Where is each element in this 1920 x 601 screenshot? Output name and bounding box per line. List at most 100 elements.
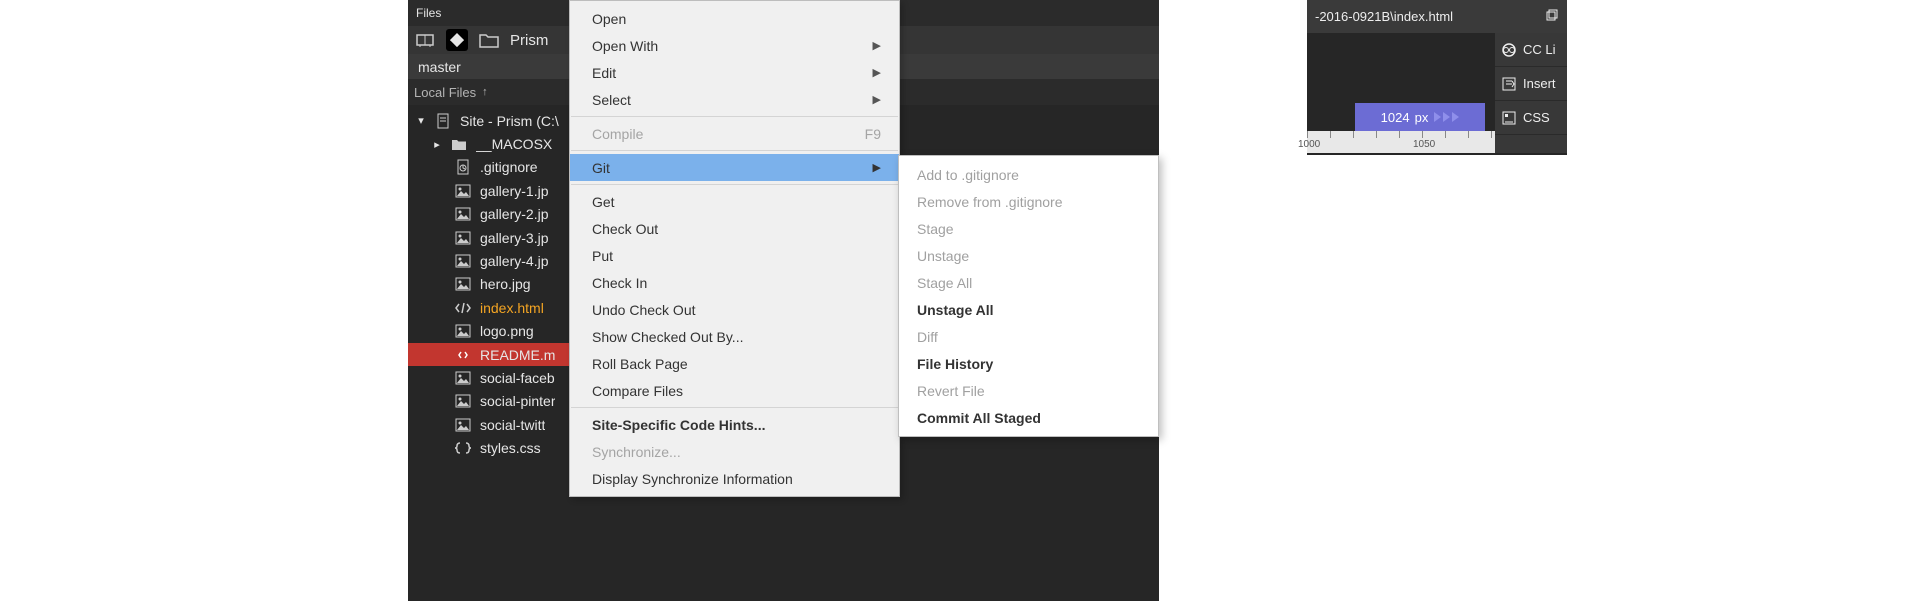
- submenu-item: Diff: [899, 323, 1158, 350]
- menu-item-label: Site-Specific Code Hints...: [592, 417, 765, 433]
- tree-item-label: social-faceb: [480, 370, 555, 386]
- files-panel-title[interactable]: Files: [416, 6, 441, 20]
- cc-icon: [1501, 42, 1517, 58]
- image-icon: [454, 252, 472, 270]
- chevron-down-icon: ▾: [416, 114, 426, 127]
- menu-item[interactable]: Get: [570, 188, 899, 215]
- sort-up-icon: ↑: [482, 86, 488, 98]
- css-icon: [1501, 110, 1517, 126]
- menu-item[interactable]: Select ▶: [570, 86, 899, 113]
- menu-item-label: Show Checked Out By...: [592, 329, 743, 345]
- menu-item[interactable]: Compare Files: [570, 377, 899, 404]
- cc-libraries-panel-btn[interactable]: CC Li: [1495, 33, 1567, 67]
- submenu-item-label: Remove from .gitignore: [917, 194, 1063, 210]
- menu-item[interactable]: Check In: [570, 269, 899, 296]
- chevron-right-icon: ▶: [873, 93, 881, 106]
- menu-separator: [571, 407, 898, 408]
- submenu-item-label: Add to .gitignore: [917, 167, 1019, 183]
- chevron-right-icon: ▶: [873, 66, 881, 79]
- image-icon: [454, 229, 472, 247]
- submenu-item-label: Revert File: [917, 383, 985, 399]
- menu-separator: [571, 150, 898, 151]
- panel-label: Insert: [1523, 76, 1556, 91]
- document-area: -2016-0921B\index.html 1024 px 1000 1050: [1307, 0, 1567, 155]
- viewport-width: 1024: [1381, 110, 1410, 125]
- site-name[interactable]: Prism: [510, 32, 548, 49]
- panel-label: CC Li: [1523, 42, 1556, 57]
- menu-item-label: Select: [592, 92, 631, 108]
- local-files-label: Local Files: [414, 85, 476, 100]
- tree-item-label: gallery-3.jp: [480, 230, 548, 246]
- menu-item[interactable]: Git ▶: [570, 154, 899, 181]
- html-icon: [454, 299, 472, 317]
- tree-item-label: __MACOSX: [476, 136, 552, 152]
- menu-item: CompileF9: [570, 120, 899, 147]
- resize-arrows-icon: [1433, 112, 1459, 122]
- chevron-right-icon: ▶: [873, 161, 881, 174]
- chevron-right-icon: ▶: [873, 39, 881, 52]
- submenu-item[interactable]: File History: [899, 350, 1158, 377]
- menu-item-label: Undo Check Out: [592, 302, 696, 318]
- css-icon: [454, 439, 472, 457]
- dup-icon[interactable]: [1545, 8, 1559, 25]
- tree-item-label: social-twitt: [480, 417, 545, 433]
- panel-label: CSS: [1523, 110, 1550, 125]
- menu-item[interactable]: Roll Back Page: [570, 350, 899, 377]
- submenu-item: Add to .gitignore: [899, 161, 1158, 188]
- submenu-item-label: Stage: [917, 221, 954, 237]
- submenu-item-label: Unstage: [917, 248, 969, 264]
- image-icon: [454, 369, 472, 387]
- git-submenu: Add to .gitignore Remove from .gitignore S…: [898, 155, 1159, 437]
- submenu-item[interactable]: Unstage All: [899, 296, 1158, 323]
- submenu-item: Stage: [899, 215, 1158, 242]
- menu-item[interactable]: Open With▶: [570, 32, 899, 59]
- site-icon: [434, 112, 452, 130]
- tree-item-label: gallery-2.jp: [480, 206, 548, 222]
- submenu-item[interactable]: Commit All Staged: [899, 404, 1158, 431]
- menu-item-label: Compare Files: [592, 383, 683, 399]
- menu-item[interactable]: Display Synchronize Information: [570, 465, 899, 492]
- image-icon: [454, 322, 472, 340]
- viewport-size-badge[interactable]: 1024 px: [1355, 103, 1485, 131]
- menu-item[interactable]: Undo Check Out: [570, 296, 899, 323]
- tree-item-label: index.html: [480, 300, 544, 316]
- folder-icon: [450, 135, 468, 153]
- document-tab[interactable]: -2016-0921B\index.html: [1315, 9, 1453, 24]
- submenu-item: Remove from .gitignore: [899, 188, 1158, 215]
- css-panel-btn[interactable]: CSS: [1495, 101, 1567, 135]
- menu-item[interactable]: Site-Specific Code Hints...: [570, 411, 899, 438]
- menu-item-label: Open: [592, 11, 626, 27]
- tree-item-label: .gitignore: [480, 159, 538, 175]
- diamond-icon[interactable]: [446, 29, 468, 51]
- file-context-menu: OpenOpen With▶Edit▶Select▶CompileF9Git▶G…: [569, 0, 900, 497]
- document-tab-bar: -2016-0921B\index.html: [1307, 0, 1567, 33]
- submenu-item: Revert File: [899, 377, 1158, 404]
- menu-item-label: Compile: [592, 126, 643, 142]
- menu-item[interactable]: Check Out: [570, 215, 899, 242]
- tree-item-label: logo.png: [480, 323, 534, 339]
- tree-item-label: social-pinter: [480, 393, 555, 409]
- submenu-item: Stage All: [899, 269, 1158, 296]
- tick-label: 1050: [1413, 139, 1435, 150]
- submenu-item-label: Diff: [917, 329, 938, 345]
- menu-item-label: Get: [592, 194, 615, 210]
- tree-item-label: hero.jpg: [480, 276, 531, 292]
- menu-item[interactable]: Show Checked Out By...: [570, 323, 899, 350]
- insert-panel-btn[interactable]: Insert: [1495, 67, 1567, 101]
- readme-icon: [454, 346, 472, 364]
- chevron-right-icon: ▸: [432, 138, 442, 151]
- menu-item-label: Edit: [592, 65, 616, 81]
- viewport-unit: px: [1415, 110, 1429, 125]
- image-icon: [454, 275, 472, 293]
- tree-item-label: README.m: [480, 347, 555, 363]
- tree-item-label: styles.css: [480, 440, 541, 456]
- folder-icon[interactable]: [478, 29, 500, 51]
- menu-item[interactable]: Open: [570, 5, 899, 32]
- menu-item-label: Synchronize...: [592, 444, 681, 460]
- gitignore-icon: [454, 158, 472, 176]
- menu-separator: [571, 116, 898, 117]
- menu-item-label: Git: [592, 160, 610, 176]
- menu-item[interactable]: Put: [570, 242, 899, 269]
- show-site-view-icon[interactable]: [414, 29, 436, 51]
- menu-item[interactable]: Edit ▶: [570, 59, 899, 86]
